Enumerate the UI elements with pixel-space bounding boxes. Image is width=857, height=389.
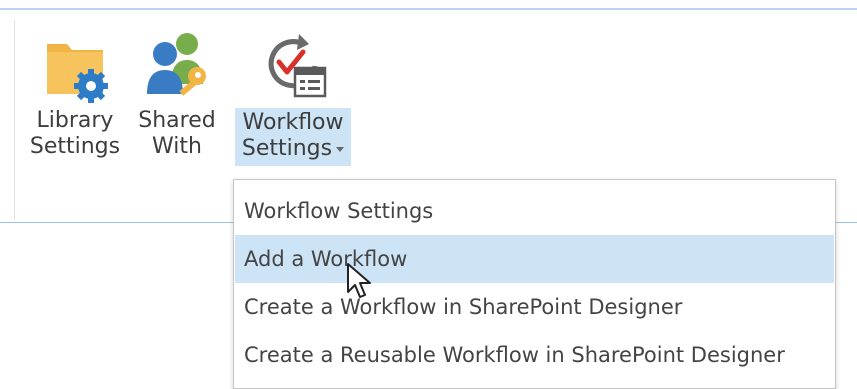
library-settings-label-line1: Library <box>36 108 114 133</box>
menu-item-create-reusable-workflow-designer[interactable]: Create a Reusable Workflow in SharePoint… <box>235 331 834 379</box>
workflow-settings-button[interactable]: Workflow Settings <box>233 22 353 166</box>
ribbon-page: Library Settings Shared With Workflow Se… <box>0 0 857 389</box>
library-settings-button[interactable]: Library Settings <box>26 22 124 160</box>
chevron-down-icon <box>336 146 345 152</box>
workflow-settings-label-line2: Settings <box>235 136 351 162</box>
library-settings-label-line2: Settings <box>29 134 121 159</box>
ribbon-top-border <box>0 8 857 10</box>
workflow-settings-menu: Workflow Settings Add a Workflow Create … <box>233 179 836 389</box>
shared-with-label-line2: With <box>152 134 202 159</box>
workflow-settings-label-text: Settings <box>241 136 333 161</box>
ribbon-group-divider <box>14 20 15 220</box>
shared-with-button[interactable]: Shared With <box>132 22 222 160</box>
folder-gear-icon <box>47 44 108 103</box>
menu-item-add-a-workflow[interactable]: Add a Workflow <box>235 235 834 283</box>
workflow-settings-label-box[interactable]: Workflow Settings <box>235 108 351 166</box>
menu-item-workflow-settings[interactable]: Workflow Settings <box>235 187 834 235</box>
users-key-icon <box>147 33 206 96</box>
shared-with-label-line1: Shared <box>138 108 216 133</box>
workflow-calendar-icon <box>268 34 327 98</box>
mouse-pointer-icon <box>347 263 371 298</box>
menu-item-create-workflow-designer[interactable]: Create a Workflow in SharePoint Designer <box>235 283 834 331</box>
workflow-settings-label-line1: Workflow <box>242 110 344 135</box>
